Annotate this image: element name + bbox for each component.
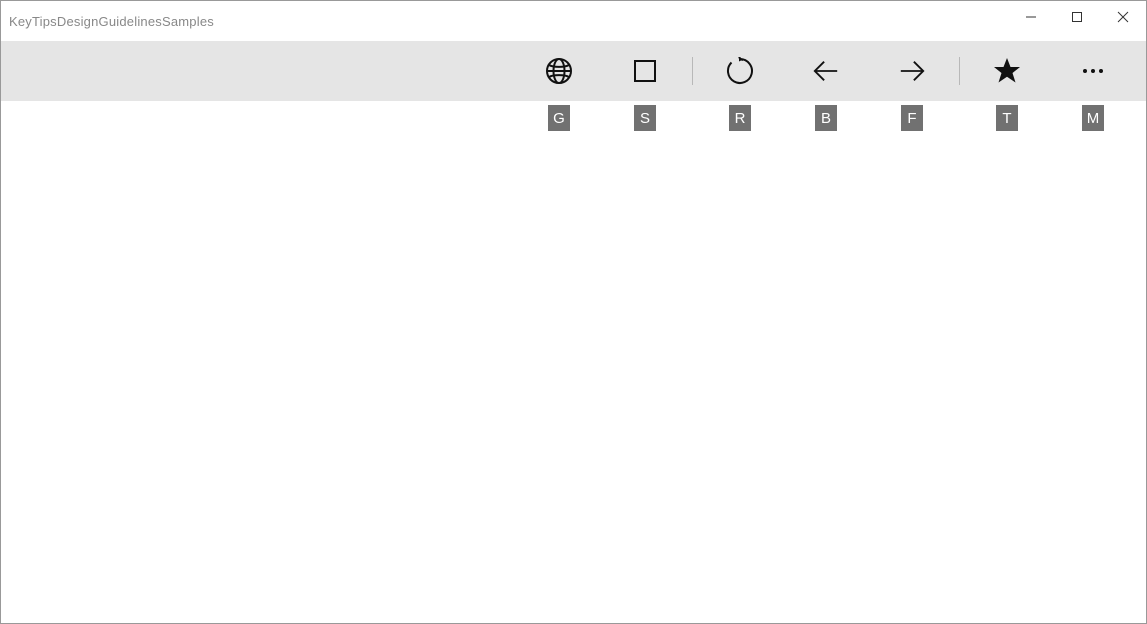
forward-button[interactable]: F — [869, 41, 955, 101]
window-title: KeyTipsDesignGuidelinesSamples — [9, 14, 214, 29]
minimize-button[interactable] — [1008, 1, 1054, 33]
close-icon — [1117, 11, 1129, 23]
close-button[interactable] — [1100, 1, 1146, 33]
keytip-back: B — [815, 105, 837, 131]
keytip-favorite: T — [996, 105, 1018, 131]
stop-icon — [631, 57, 659, 85]
more-button[interactable]: M — [1050, 41, 1136, 101]
titlebar: KeyTipsDesignGuidelinesSamples — [1, 1, 1146, 41]
command-toolbar: G S R — [1, 41, 1146, 101]
more-icon — [1079, 57, 1107, 85]
keytip-stop: S — [634, 105, 656, 131]
keytip-forward: F — [901, 105, 923, 131]
forward-arrow-icon — [898, 57, 926, 85]
keytip-globe: G — [548, 105, 570, 131]
star-icon — [993, 57, 1021, 85]
favorite-button[interactable]: T — [964, 41, 1050, 101]
globe-icon — [545, 57, 573, 85]
keytip-more: M — [1082, 105, 1104, 131]
stop-button[interactable]: S — [602, 41, 688, 101]
maximize-button[interactable] — [1054, 1, 1100, 33]
maximize-icon — [1071, 11, 1083, 23]
back-arrow-icon — [812, 57, 840, 85]
toolbar-separator-1 — [692, 57, 693, 85]
window-controls — [1008, 1, 1146, 33]
globe-button[interactable]: G — [516, 41, 602, 101]
minimize-icon — [1025, 11, 1037, 23]
refresh-icon — [726, 57, 754, 85]
back-button[interactable]: B — [783, 41, 869, 101]
refresh-button[interactable]: R — [697, 41, 783, 101]
toolbar-wrapper: G S R — [1, 41, 1146, 101]
toolbar-separator-2 — [959, 57, 960, 85]
keytip-refresh: R — [729, 105, 751, 131]
